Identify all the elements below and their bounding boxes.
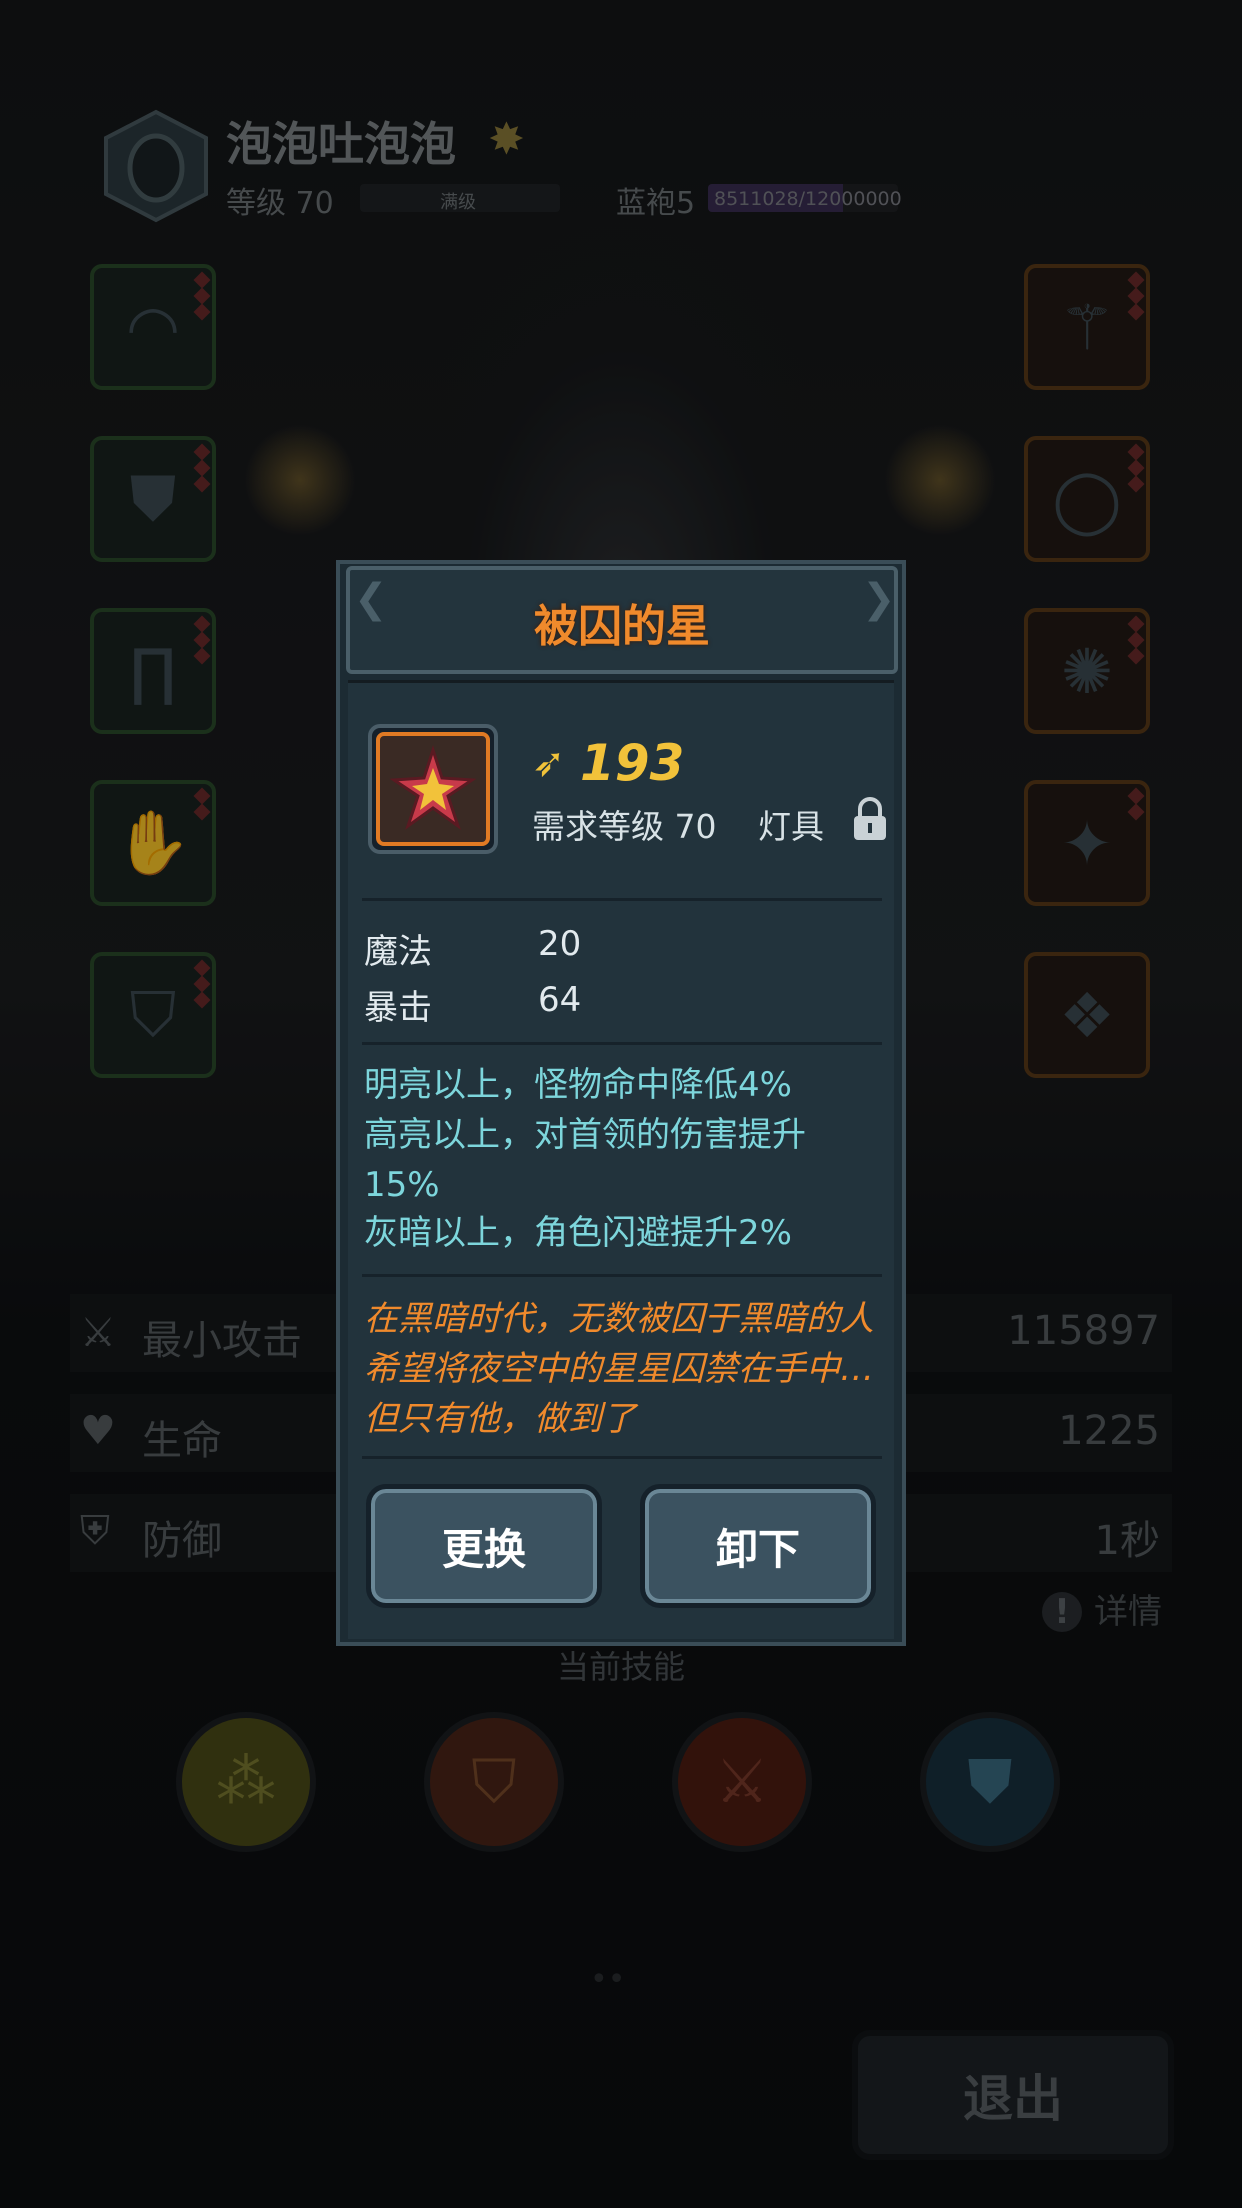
item-type: 灯具 (758, 807, 824, 846)
lock-icon[interactable] (850, 796, 890, 842)
replace-button[interactable]: 更换 (366, 1484, 602, 1608)
item-power: 193 (580, 734, 685, 792)
item-image (376, 732, 490, 846)
attr-name-magic: 魔法 (364, 932, 432, 972)
attr-name-crit: 暴击 (364, 988, 432, 1028)
attr-value-crit: 64 (538, 980, 582, 1020)
divider (362, 1274, 882, 1277)
item-name: 被囚的星 (534, 601, 710, 652)
attr-value-magic: 20 (538, 924, 582, 964)
divider (362, 1456, 882, 1459)
effect-line: 高亮以上，对首领的伤害提升15% (364, 1115, 806, 1205)
power-icon: ➶ (532, 740, 566, 786)
item-level-requirement: 需求等级 70 (532, 807, 717, 846)
effect-line: 灰暗以上，角色闪避提升2% (364, 1213, 792, 1253)
unequip-button[interactable]: 卸下 (640, 1484, 876, 1608)
star-lamp-icon (389, 745, 477, 830)
effect-line: 明亮以上，怪物命中降低4% (364, 1065, 792, 1105)
divider (362, 898, 882, 901)
divider (362, 1042, 882, 1045)
item-lore: 在黑暗时代，无数被囚于黑暗的人希望将夜空中的星星囚禁在手中…但只有他，做到了 (364, 1299, 874, 1439)
